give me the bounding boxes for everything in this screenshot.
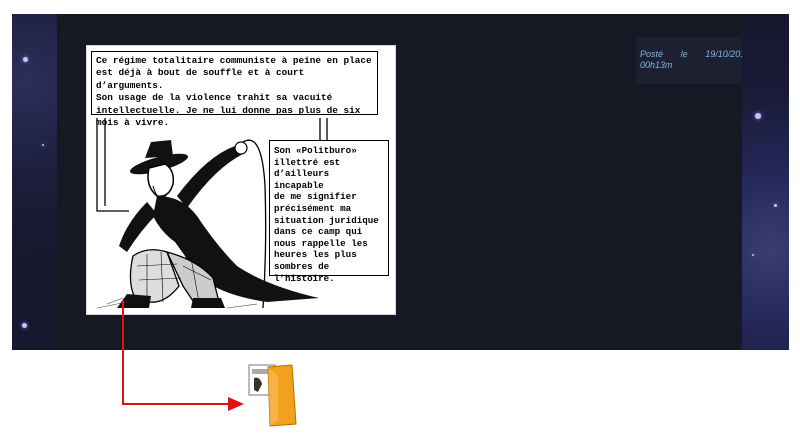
- star-decoration: [774, 204, 777, 207]
- speech-bubble-top: Ce régime totalitaire communiste à peine…: [91, 51, 378, 128]
- star-decoration: [755, 113, 761, 119]
- space-background-left: [12, 14, 57, 350]
- arrow-head: [228, 397, 244, 411]
- star-decoration: [42, 144, 44, 146]
- comic-image[interactable]: Ce régime totalitaire communiste à peine…: [86, 45, 396, 315]
- post-content-area: Ce régime totalitaire communiste à peine…: [57, 14, 778, 350]
- star-decoration: [22, 323, 27, 328]
- space-background-right: [742, 14, 789, 350]
- star-decoration: [23, 57, 28, 62]
- star-decoration: [752, 254, 754, 256]
- post-meta-le: le: [680, 49, 688, 59]
- blog-frame: Ce régime totalitaire communiste à peine…: [12, 14, 789, 350]
- speech-bubble-right: Son «Politburo» illettré est d’ailleurs …: [269, 140, 389, 284]
- post-meta-prefix: Posté: [640, 49, 664, 59]
- document-image-icon[interactable]: [248, 362, 298, 428]
